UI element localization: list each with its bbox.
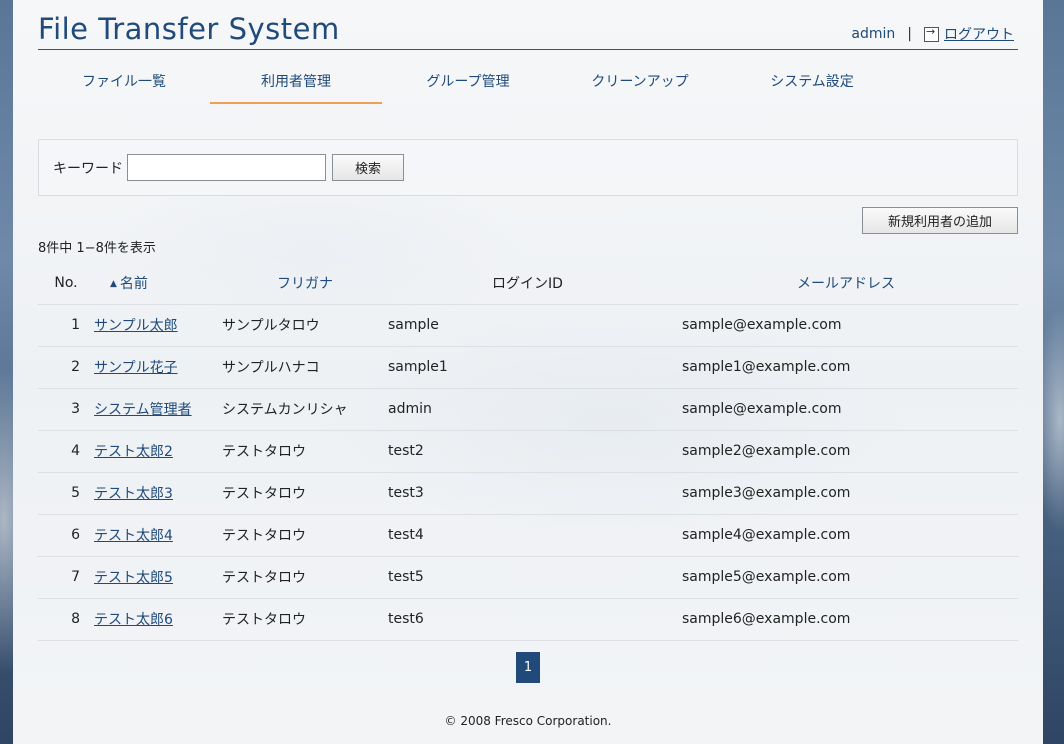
row-kana: テストタロウ xyxy=(222,430,388,473)
table-header-row: No. ▲ 名前 フリガナ ログインID メールアドレス xyxy=(38,262,1018,305)
row-login-id: test5 xyxy=(388,556,682,599)
user-table: No. ▲ 名前 フリガナ ログインID メールアドレス 1 サンプル太郎 サンプ… xyxy=(38,262,1018,641)
row-email: sample6@example.com xyxy=(682,598,1018,641)
tab-user-management[interactable]: 利用者管理 xyxy=(210,62,382,104)
row-name: テスト太郎2 xyxy=(94,430,222,473)
table-row: 4 テスト太郎2 テストタロウ test2 sample2@example.co… xyxy=(38,430,1018,473)
row-name: サンプル花子 xyxy=(94,346,222,389)
user-name-link[interactable]: テスト太郎2 xyxy=(94,444,173,460)
table-row: 7 テスト太郎5 テストタロウ test5 sample5@example.co… xyxy=(38,556,1018,599)
logout-link[interactable]: ログアウト xyxy=(944,24,1014,44)
row-login-id: test2 xyxy=(388,430,682,473)
user-name-link[interactable]: テスト太郎6 xyxy=(94,612,173,628)
row-no: 3 xyxy=(38,388,94,431)
row-no: 8 xyxy=(38,598,94,641)
header-no: No. xyxy=(38,262,94,305)
user-name-link[interactable]: テスト太郎4 xyxy=(94,528,173,544)
row-login-id: admin xyxy=(388,388,682,431)
table-row: 6 テスト太郎4 テストタロウ test4 sample4@example.co… xyxy=(38,514,1018,557)
main-nav: ファイル一覧 利用者管理 グループ管理 クリーンアップ システム設定 xyxy=(38,62,898,104)
row-email: sample5@example.com xyxy=(682,556,1018,599)
logout-icon[interactable] xyxy=(924,25,939,42)
row-no: 1 xyxy=(38,304,94,347)
user-name-link[interactable]: サンプル太郎 xyxy=(94,318,178,334)
row-kana: システムカンリシャ xyxy=(222,388,388,431)
header-login-id: ログインID xyxy=(388,262,682,305)
tab-cleanup[interactable]: クリーンアップ xyxy=(554,62,726,104)
row-no: 2 xyxy=(38,346,94,389)
row-name: テスト太郎3 xyxy=(94,472,222,515)
header-name-label[interactable]: 名前 xyxy=(120,276,148,292)
row-name: テスト太郎6 xyxy=(94,598,222,641)
tab-system-settings[interactable]: システム設定 xyxy=(726,62,898,104)
row-email: sample3@example.com xyxy=(682,472,1018,515)
row-login-id: test4 xyxy=(388,514,682,557)
main-panel: File Transfer System admin | ログアウト ファイル一… xyxy=(13,0,1043,744)
row-email: sample1@example.com xyxy=(682,346,1018,389)
app-title: File Transfer System xyxy=(38,12,340,46)
row-kana: テストタロウ xyxy=(222,598,388,641)
footer-copyright: © 2008 Fresco Corporation. xyxy=(444,714,612,728)
separator: | xyxy=(907,26,912,42)
row-login-id: sample1 xyxy=(388,346,682,389)
user-name-link[interactable]: テスト太郎3 xyxy=(94,486,173,502)
result-count: 8件中 1−8件を表示 xyxy=(38,241,156,256)
user-name-link[interactable]: サンプル花子 xyxy=(94,360,178,376)
row-email: sample4@example.com xyxy=(682,514,1018,557)
keyword-label: キーワード xyxy=(53,160,123,177)
tab-group-management[interactable]: グループ管理 xyxy=(382,62,554,104)
row-name: サンプル太郎 xyxy=(94,304,222,347)
row-kana: サンプルタロウ xyxy=(222,304,388,347)
user-area: admin | ログアウト xyxy=(851,24,1014,44)
table-row: 3 システム管理者 システムカンリシャ admin sample@example… xyxy=(38,388,1018,431)
user-name-link[interactable]: テスト太郎5 xyxy=(94,570,173,586)
table-row: 5 テスト太郎3 テストタロウ test3 sample3@example.co… xyxy=(38,472,1018,515)
row-login-id: test3 xyxy=(388,472,682,515)
search-button[interactable]: 検索 xyxy=(332,154,404,181)
username: admin xyxy=(851,26,896,42)
row-no: 4 xyxy=(38,430,94,473)
row-login-id: test6 xyxy=(388,598,682,641)
header-email[interactable]: メールアドレス xyxy=(682,262,1018,305)
row-name: テスト太郎5 xyxy=(94,556,222,599)
keyword-input[interactable] xyxy=(127,154,326,181)
header-kana[interactable]: フリガナ xyxy=(222,262,388,305)
row-no: 5 xyxy=(38,472,94,515)
row-email: sample@example.com xyxy=(682,304,1018,347)
row-name: テスト太郎4 xyxy=(94,514,222,557)
row-no: 7 xyxy=(38,556,94,599)
table-row: 2 サンプル花子 サンプルハナコ sample1 sample1@example… xyxy=(38,346,1018,389)
sort-asc-icon: ▲ xyxy=(110,278,117,289)
row-kana: サンプルハナコ xyxy=(222,346,388,389)
row-email: sample@example.com xyxy=(682,388,1018,431)
search-box: キーワード 検索 xyxy=(38,139,1018,196)
row-email: sample2@example.com xyxy=(682,430,1018,473)
page-1-button[interactable]: 1 xyxy=(516,652,540,683)
user-name-link[interactable]: システム管理者 xyxy=(94,402,192,418)
add-user-button[interactable]: 新規利用者の追加 xyxy=(862,207,1018,234)
row-kana: テストタロウ xyxy=(222,472,388,515)
tab-file-list[interactable]: ファイル一覧 xyxy=(38,62,210,104)
header-name[interactable]: ▲ 名前 xyxy=(94,262,222,305)
row-kana: テストタロウ xyxy=(222,514,388,557)
row-kana: テストタロウ xyxy=(222,556,388,599)
table-row: 8 テスト太郎6 テストタロウ test6 sample6@example.co… xyxy=(38,598,1018,641)
row-name: システム管理者 xyxy=(94,388,222,431)
header: File Transfer System admin | ログアウト xyxy=(38,10,1018,50)
table-row: 1 サンプル太郎 サンプルタロウ sample sample@example.c… xyxy=(38,304,1018,347)
row-login-id: sample xyxy=(388,304,682,347)
row-no: 6 xyxy=(38,514,94,557)
